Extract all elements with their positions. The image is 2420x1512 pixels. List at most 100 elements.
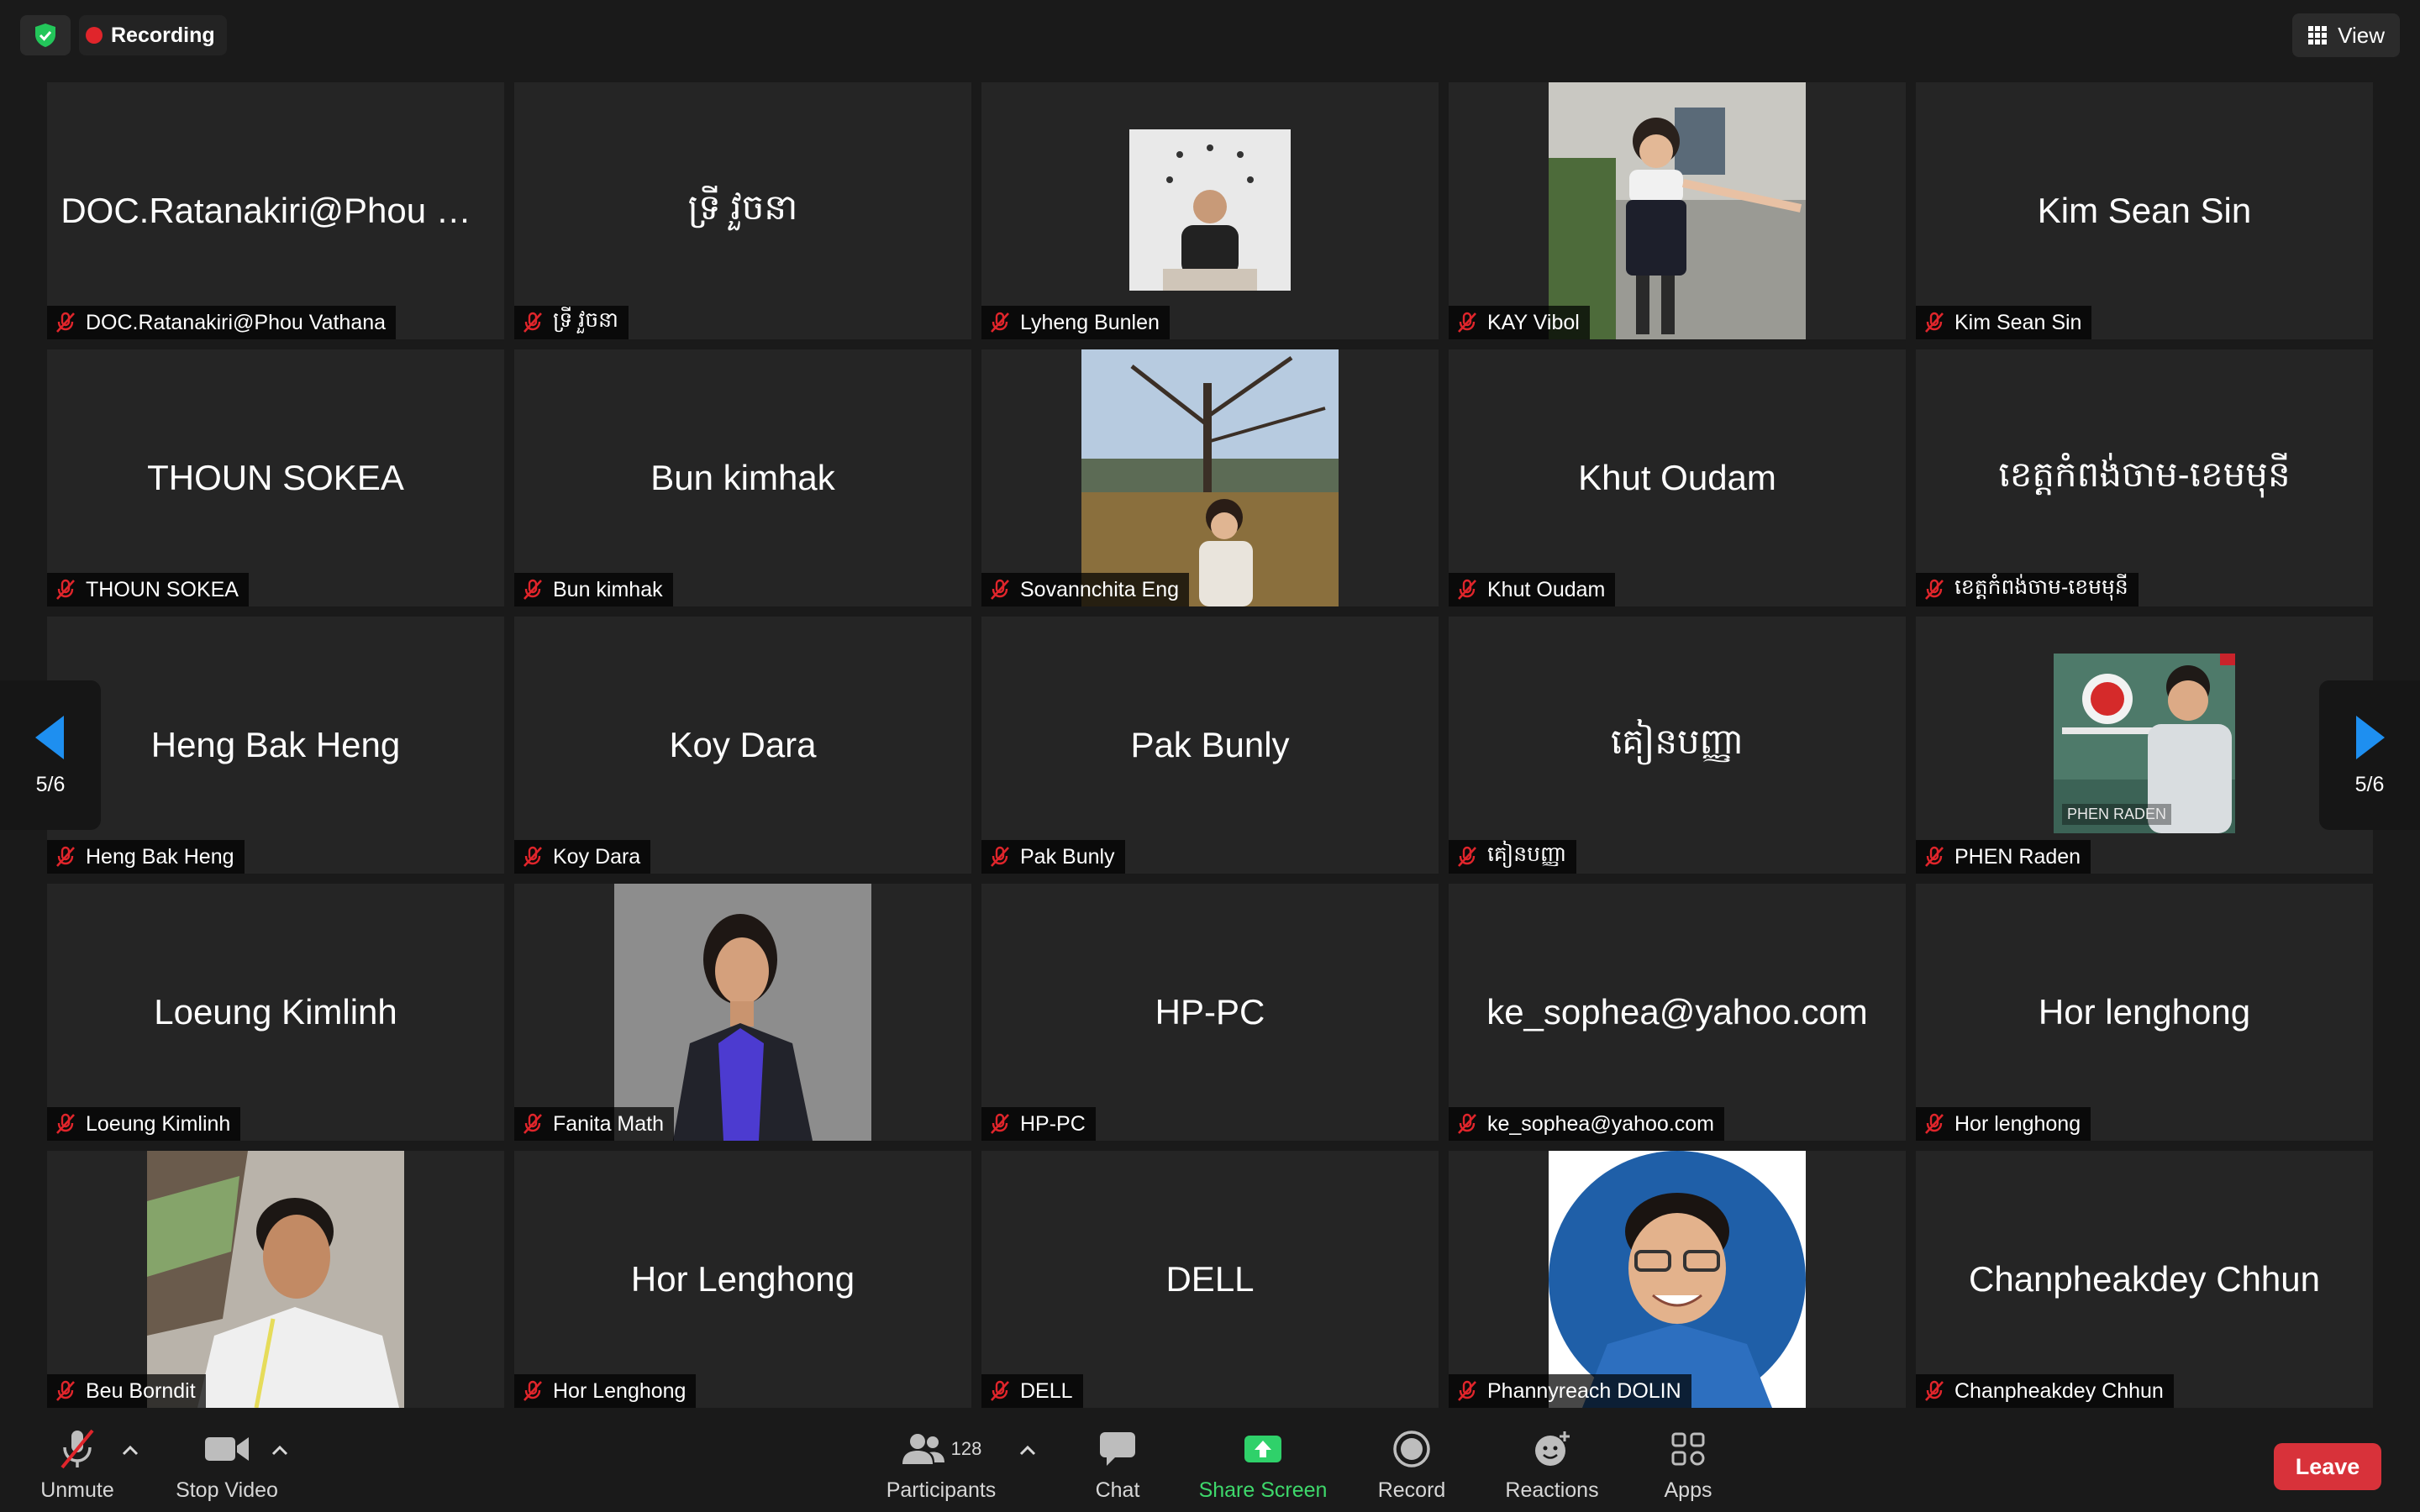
participant-name-label: Beu Borndit [86, 1378, 196, 1403]
participant-name-label: Koy Dara [553, 844, 641, 869]
participant-tile[interactable]: DOC.Ratanakiri@Phou Vat... DOC.Ratanakir… [47, 82, 504, 339]
security-shield-icon[interactable] [20, 15, 71, 55]
participant-display-name: Heng Bak Heng [150, 725, 401, 764]
participant-name-tag: ke_sophea@yahoo.com [1449, 1107, 1724, 1141]
participant-tile[interactable]: Hor Lenghong Hor Lenghong [514, 1151, 971, 1408]
unmute-button[interactable]: Unmute [34, 1426, 121, 1507]
video-options-chevron-up-icon[interactable] [271, 1445, 289, 1457]
mic-muted-icon [1458, 1113, 1476, 1134]
participant-tile[interactable]: KAY Vibol [1449, 82, 1906, 339]
participant-name-label: ke_sophea@yahoo.com [1487, 1111, 1714, 1136]
mic-muted-icon [1925, 312, 1944, 333]
record-icon [1393, 1431, 1430, 1467]
participant-tile[interactable]: Sovannchita Eng [981, 349, 1439, 606]
mic-muted-icon [991, 312, 1009, 333]
participant-name-label: Sovannchita Eng [1020, 577, 1180, 601]
participant-display-name: Loeung Kimlinh [154, 992, 397, 1032]
mic-muted-icon [1925, 1113, 1944, 1134]
participant-tile[interactable]: Bun kimhak Bun kimhak [514, 349, 971, 606]
participant-video [1129, 129, 1291, 291]
participant-name-tag: Loeung Kimlinh [47, 1107, 241, 1141]
mic-muted-icon [991, 1380, 1009, 1401]
participant-display-name: HP-PC [1155, 992, 1265, 1032]
participant-tile[interactable]: ទ្រី វួចនា ទ្រី វួចនា [514, 82, 971, 339]
share-screen-button[interactable]: Share Screen [1193, 1426, 1333, 1507]
participant-display-name: DOC.Ratanakiri@Phou Vat... [60, 191, 491, 230]
participant-name-tag: Lyheng Bunlen [981, 306, 1170, 339]
participant-name-tag: DELL [981, 1374, 1083, 1408]
mic-muted-icon [523, 312, 542, 333]
recording-indicator[interactable]: Recording [79, 15, 227, 55]
participants-button[interactable]: 128 Participants [882, 1426, 1000, 1507]
participant-name-tag: Beu Borndit [47, 1374, 206, 1408]
participants-label: Participants [886, 1478, 997, 1502]
participant-name-tag: THOUN SOKEA [47, 573, 249, 606]
participant-name-label: Kim Sean Sin [1954, 310, 2082, 334]
apps-icon [1671, 1432, 1705, 1466]
participant-tile[interactable]: HP-PC HP-PC [981, 884, 1439, 1141]
mic-muted-icon [991, 579, 1009, 600]
participant-name-tag: HP-PC [981, 1107, 1096, 1141]
participant-name-tag: Hor lenghong [1916, 1107, 2091, 1141]
record-button[interactable]: Record [1371, 1426, 1452, 1507]
participant-name-tag: DOC.Ratanakiri@Phou Vathana [47, 306, 397, 339]
participants-icon [902, 1434, 944, 1464]
audio-options-chevron-up-icon[interactable] [121, 1445, 139, 1457]
arrow-right-icon [2356, 715, 2385, 759]
participant-tile[interactable]: Phannyreach DOLIN [1449, 1151, 1906, 1408]
participant-tile[interactable]: ខេត្តកំពង់ចាម-ខេមមុនី ខេត្តកំពង់ចាម-ខេមម… [1916, 349, 2373, 606]
participant-tile[interactable]: គៀនបញ្ញា គៀនបញ្ញា [1449, 617, 1906, 874]
view-button[interactable]: View [2292, 13, 2400, 57]
participant-name-label: Heng Bak Heng [86, 844, 234, 869]
participant-name-tag: Fanita Math [514, 1107, 675, 1141]
participant-display-name: ខេត្តកំពង់ចាម-ខេមមុនី [1998, 454, 2291, 494]
next-page-button[interactable]: 5/6 [2319, 680, 2420, 830]
participant-name-label: Hor lenghong [1954, 1111, 2081, 1136]
share-screen-label: Share Screen [1198, 1478, 1328, 1502]
participant-name-label: Pak Bunly [1020, 844, 1115, 869]
reactions-button[interactable]: Reactions [1499, 1426, 1605, 1507]
participant-tile[interactable]: Koy Dara Koy Dara [514, 617, 971, 874]
mic-muted-icon [523, 846, 542, 867]
participant-name-label: DELL [1020, 1378, 1073, 1403]
participant-name-tag: គៀនបញ្ញា [1449, 840, 1577, 874]
participant-tile[interactable]: Hor lenghong Hor lenghong [1916, 884, 2373, 1141]
mic-muted-icon [1458, 579, 1476, 600]
mic-muted-icon [1458, 846, 1476, 867]
participant-name-tag: Kim Sean Sin [1916, 306, 2092, 339]
participant-name-tag: Khut Oudam [1449, 573, 1616, 606]
participant-tile[interactable]: ke_sophea@yahoo.com ke_sophea@yahoo.com [1449, 884, 1906, 1141]
participant-tile[interactable]: Pak Bunly Pak Bunly [981, 617, 1439, 874]
participant-tile[interactable]: Loeung Kimlinh Loeung Kimlinh [47, 884, 504, 1141]
participant-name-tag: ខេត្តកំពង់ចាម-ខេមមុនី [1916, 573, 2139, 606]
participant-tile[interactable]: Beu Borndit [47, 1151, 504, 1408]
participant-tile[interactable]: Chanpheakdey Chhun Chanpheakdey Chhun [1916, 1151, 2373, 1408]
participant-tile[interactable]: Heng Bak Heng Heng Bak Heng [47, 617, 504, 874]
participants-options-chevron-up-icon[interactable] [1018, 1445, 1037, 1457]
participant-tile[interactable]: THOUN SOKEA THOUN SOKEA [47, 349, 504, 606]
apps-label: Apps [1664, 1478, 1712, 1502]
top-bar: Recording View [0, 0, 2420, 72]
participant-tile[interactable]: DELL DELL [981, 1151, 1439, 1408]
gallery-grid: DOC.Ratanakiri@Phou Vat... DOC.Ratanakir… [47, 82, 2373, 1408]
leave-button[interactable]: Leave [2274, 1443, 2381, 1490]
stop-video-label: Stop Video [176, 1478, 278, 1502]
participant-name-label: THOUN SOKEA [86, 577, 239, 601]
previous-page-button[interactable]: 5/6 [0, 680, 101, 830]
participant-name-tag: KAY Vibol [1449, 306, 1590, 339]
participant-tile[interactable]: Lyheng Bunlen [981, 82, 1439, 339]
participant-display-name: Hor Lenghong [630, 1259, 855, 1299]
stop-video-button[interactable]: Stop Video [171, 1426, 282, 1507]
participant-display-name: THOUN SOKEA [147, 458, 404, 497]
participant-tile[interactable]: PHEN RADEN PHEN Raden [1916, 617, 2373, 874]
chat-button[interactable]: Chat [1084, 1426, 1151, 1507]
apps-button[interactable]: Apps [1652, 1426, 1724, 1507]
participant-name-label: HP-PC [1020, 1111, 1086, 1136]
participant-tile[interactable]: Fanita Math [514, 884, 971, 1141]
participant-name-tag: Pak Bunly [981, 840, 1125, 874]
participant-name-tag: Heng Bak Heng [47, 840, 245, 874]
participant-tile[interactable]: Khut Oudam Khut Oudam [1449, 349, 1906, 606]
video-camera-icon [205, 1437, 249, 1461]
participant-video [1549, 82, 1806, 339]
participant-tile[interactable]: Kim Sean Sin Kim Sean Sin [1916, 82, 2373, 339]
